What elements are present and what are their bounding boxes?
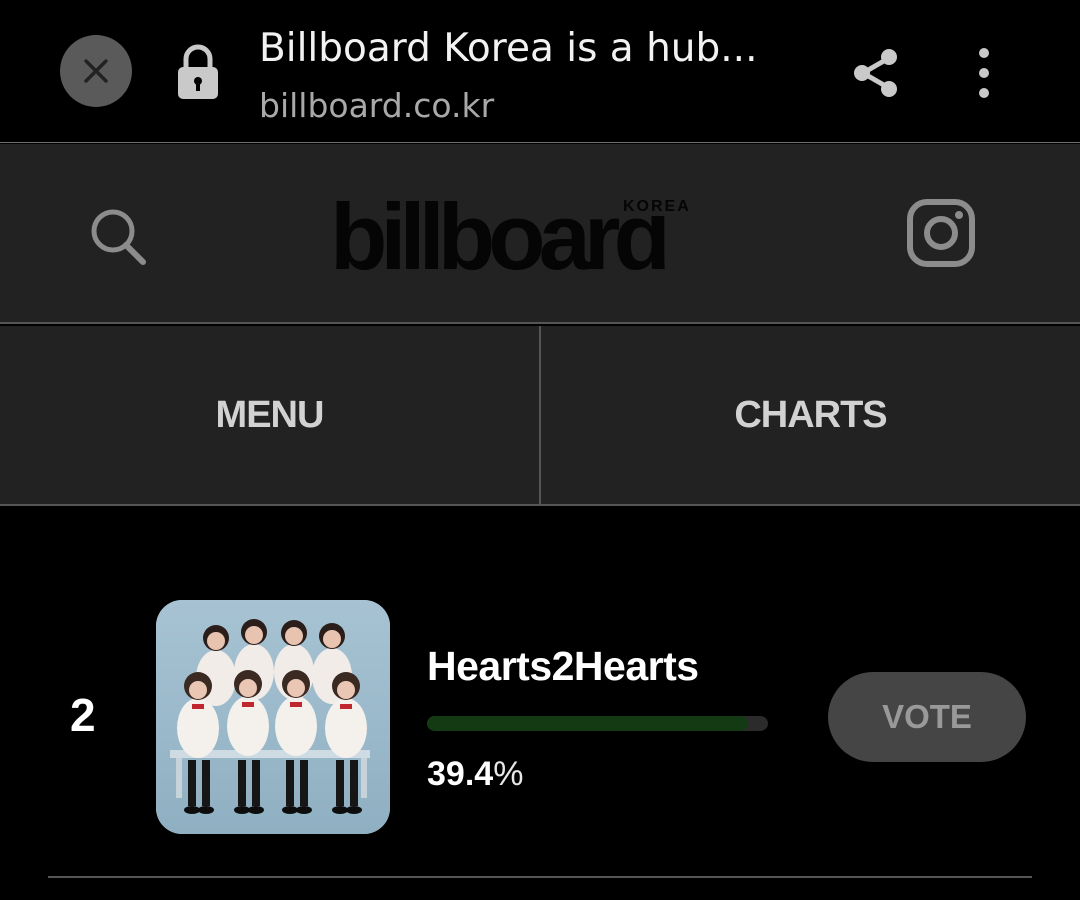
lock-icon [178,44,218,99]
vote-percentage-unit: % [493,755,524,793]
browser-toolbar: Billboard Korea is a hub... billboard.co… [0,0,1080,143]
close-tab-button[interactable] [60,35,132,107]
instagram-icon[interactable] [906,198,976,268]
vote-percentage-value: 39.4 [427,755,494,793]
vote-percentage: 39.4% [427,755,523,794]
close-icon [84,59,108,83]
logo-wordmark: billboard [330,184,671,289]
artist-photo [156,600,390,834]
rank-number: 2 [70,689,96,741]
page-url[interactable]: billboard.co.kr [259,86,494,125]
more-vert-icon[interactable] [972,47,996,99]
menu-button[interactable]: MENU [0,326,539,504]
row-divider [48,876,1032,878]
main-nav: MENU CHARTS [0,326,1080,506]
vote-button[interactable]: VOTE [828,672,1026,762]
billboard-logo[interactable]: billboard KOREA [330,184,714,289]
share-icon[interactable] [852,48,900,98]
logo-subtext: KOREA [620,198,694,216]
search-icon[interactable] [88,206,148,266]
artist-name[interactable]: Hearts2Hearts [427,643,699,690]
charts-button[interactable]: CHARTS [539,326,1080,504]
vote-progress-fill [427,716,748,731]
page-title: Billboard Korea is a hub... [259,26,758,71]
vote-progress-bar [427,716,768,731]
